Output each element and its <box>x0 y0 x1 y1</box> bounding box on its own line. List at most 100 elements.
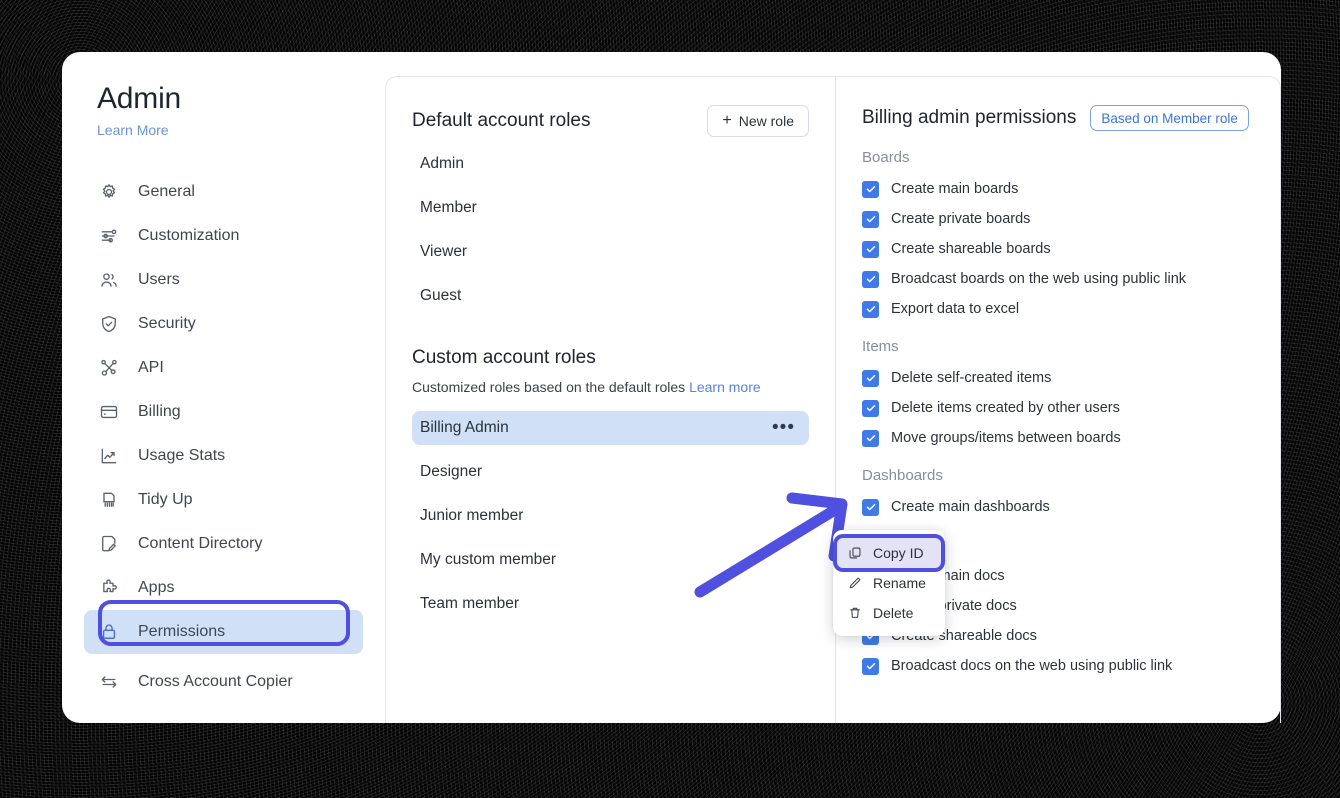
puzzle-icon <box>98 577 120 599</box>
role-label: My custom member <box>420 551 557 568</box>
permission-item[interactable]: Create main boards <box>862 174 1280 204</box>
role-row[interactable]: Viewer <box>412 235 809 269</box>
sidebar-item-general[interactable]: General <box>84 170 363 214</box>
context-menu-item-label: Delete <box>873 605 914 621</box>
context-menu-item-label: Rename <box>873 575 926 591</box>
custom-roles-subtitle-text: Customized roles based on the default ro… <box>412 379 686 395</box>
sidebar-item-label: Billing <box>138 403 181 420</box>
default-roles-header: Default account roles + New role <box>412 105 809 137</box>
context-menu-item-delete[interactable]: Delete <box>837 598 941 628</box>
chart-line-icon <box>98 445 120 467</box>
nodes-icon <box>98 357 120 379</box>
role-row[interactable]: Guest <box>412 279 809 313</box>
permission-item[interactable]: Create private boards <box>862 204 1280 234</box>
role-label: Designer <box>420 463 483 480</box>
credit-card-icon <box>98 401 120 423</box>
checkbox-checked-icon[interactable] <box>862 657 879 675</box>
permissions-title: Billing admin permissions <box>862 107 1077 128</box>
role-row[interactable]: Member <box>412 191 809 225</box>
permission-item[interactable]: Broadcast boards on the web using public… <box>862 264 1280 294</box>
learn-more-link[interactable]: Learn More <box>62 116 385 138</box>
sidebar-item-security[interactable]: Security <box>84 302 363 346</box>
role-label: Team member <box>420 595 520 612</box>
sliders-icon <box>98 225 120 247</box>
checkbox-checked-icon[interactable] <box>862 210 879 228</box>
permission-item[interactable]: Export data to excel <box>862 294 1280 324</box>
sidebar-item-tidy-up[interactable]: Tidy Up <box>84 478 363 522</box>
sidebar-item-cross-account-copier[interactable]: Cross Account Copier <box>84 654 363 710</box>
role-label: Guest <box>420 287 462 304</box>
permission-label: Create main dashboards <box>891 499 1050 515</box>
sidebar-item-label: Users <box>138 271 180 288</box>
checkbox-checked-icon[interactable] <box>862 180 879 198</box>
checkbox-checked-icon[interactable] <box>862 498 879 516</box>
sidebar-item-customization[interactable]: Customization <box>84 214 363 258</box>
permission-group-title: Dashboards <box>862 467 943 484</box>
custom-roles-title: Custom account roles <box>412 347 596 368</box>
checkbox-checked-icon[interactable] <box>862 300 879 318</box>
broom-icon <box>98 489 120 511</box>
role-row[interactable]: Team member <box>412 587 809 621</box>
permission-label: Broadcast boards on the web using public… <box>891 271 1187 287</box>
sidebar-item-usage-stats[interactable]: Usage Stats <box>84 434 363 478</box>
sidebar-item-billing[interactable]: Billing <box>84 390 363 434</box>
admin-card: Admin Learn More General Customization U… <box>62 52 1281 723</box>
permission-item[interactable]: Create shareable boards <box>862 234 1280 264</box>
checkbox-checked-icon[interactable] <box>862 240 879 258</box>
sidebar-item-label: Usage Stats <box>138 447 226 464</box>
role-row[interactable]: Admin <box>412 147 809 181</box>
checkbox-checked-icon[interactable] <box>862 270 879 288</box>
permission-item[interactable]: Delete self-created items <box>862 363 1280 393</box>
permission-label: Create shareable boards <box>891 241 1051 257</box>
sidebar-item-permissions[interactable]: Permissions <box>84 610 363 654</box>
sidebar-item-label: Security <box>138 315 196 332</box>
sidebar-item-apps[interactable]: Apps <box>84 566 363 610</box>
sidebar: Admin Learn More General Customization U… <box>62 52 385 723</box>
page-title: Admin <box>97 82 182 115</box>
sidebar-item-label: Cross Account Copier <box>138 673 293 691</box>
sidebar-item-label: Apps <box>138 579 175 596</box>
permission-label: Create main boards <box>891 181 1019 197</box>
context-menu-item-copy-id[interactable]: Copy ID <box>837 538 941 568</box>
based-on-role-badge[interactable]: Based on Member role <box>1090 105 1249 131</box>
permission-item[interactable]: Create main dashboards <box>862 492 1280 522</box>
sidebar-item-label: API <box>138 359 164 376</box>
lock-icon <box>98 621 120 643</box>
users-icon <box>98 269 120 291</box>
sidebar-item-label: General <box>138 183 195 200</box>
copy-icon <box>847 545 863 561</box>
checkbox-checked-icon[interactable] <box>862 369 879 387</box>
role-row[interactable]: Junior member <box>412 499 809 533</box>
permission-group-title: Boards <box>862 149 910 166</box>
sidebar-item-label: Content Directory <box>138 535 263 552</box>
permission-item[interactable]: Broadcast docs on the web using public l… <box>862 651 1280 681</box>
role-more-options-icon[interactable]: ••• <box>772 418 795 438</box>
permission-label: Create private boards <box>891 211 1031 227</box>
role-row[interactable]: Designer <box>412 455 809 489</box>
plus-icon: + <box>722 112 732 129</box>
checkbox-checked-icon[interactable] <box>862 399 879 417</box>
gear-icon <box>98 181 120 203</box>
checkbox-checked-icon[interactable] <box>862 429 879 447</box>
new-role-button[interactable]: + New role <box>707 105 809 137</box>
permission-item[interactable]: Move groups/items between boards <box>862 423 1280 453</box>
custom-learn-more-link[interactable]: Learn more <box>689 379 761 395</box>
sidebar-nav: General Customization Users Security API <box>62 170 385 710</box>
sidebar-item-api[interactable]: API <box>84 346 363 390</box>
role-label: Admin <box>420 155 464 172</box>
permission-label: Move groups/items between boards <box>891 430 1121 446</box>
permissions-header: Billing admin permissions Based on Membe… <box>862 105 1280 131</box>
default-roles-title: Default account roles <box>412 110 591 131</box>
sidebar-item-label: Permissions <box>138 623 226 640</box>
role-label: Billing Admin <box>420 419 509 436</box>
sidebar-item-label: Customization <box>138 227 240 244</box>
custom-roles-list: Billing Admin ••• Designer Junior member… <box>412 411 809 621</box>
role-row[interactable]: My custom member <box>412 543 809 577</box>
sidebar-item-content-directory[interactable]: Content Directory <box>84 522 363 566</box>
role-row-billing-admin[interactable]: Billing Admin ••• <box>412 411 809 445</box>
permission-item[interactable]: Delete items created by other users <box>862 393 1280 423</box>
permission-label: Export data to excel <box>891 301 1020 317</box>
sidebar-item-users[interactable]: Users <box>84 258 363 302</box>
context-menu-item-rename[interactable]: Rename <box>837 568 941 598</box>
custom-roles-subtitle: Customized roles based on the default ro… <box>412 379 809 395</box>
